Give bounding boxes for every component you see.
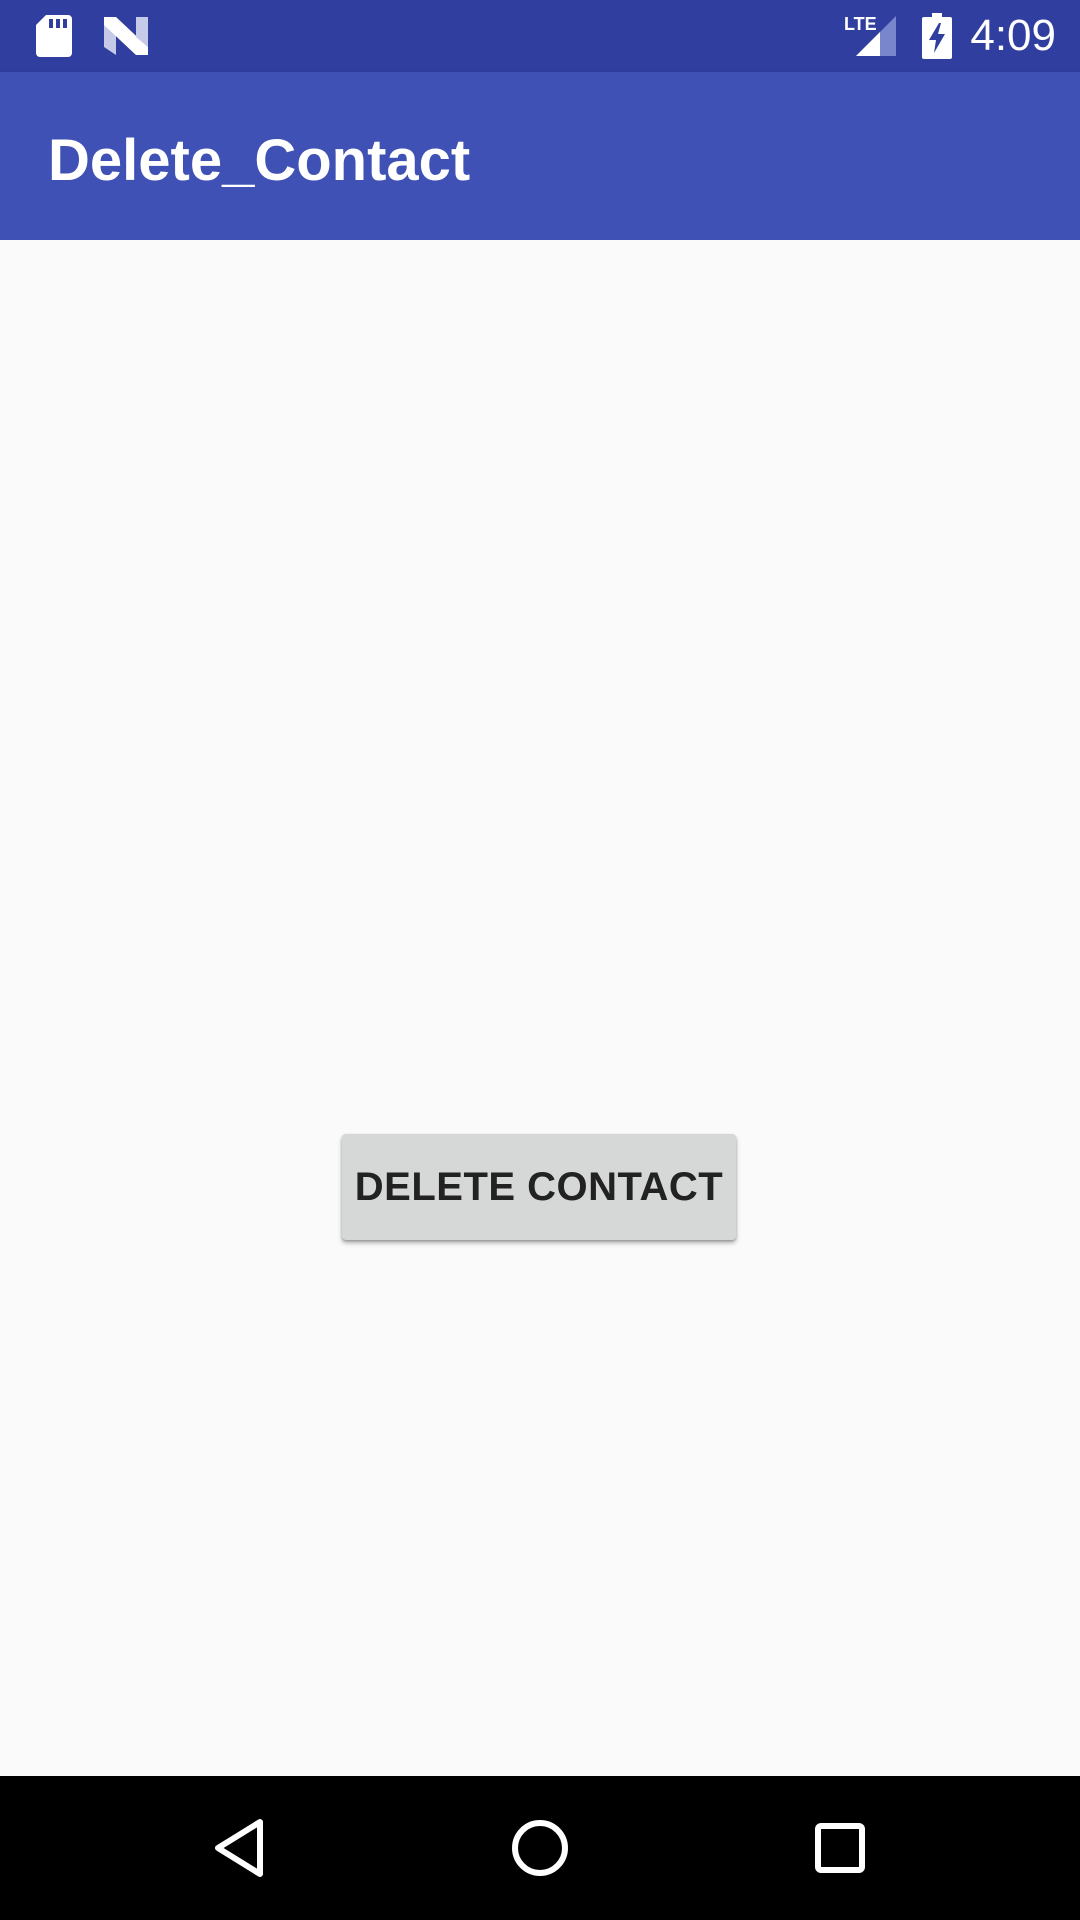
svg-text:LTE: LTE (844, 14, 877, 34)
nav-home-button[interactable] (480, 1776, 600, 1920)
delete-contact-button[interactable]: DELETE CONTACT (342, 1134, 736, 1240)
status-clock: 4:09 (970, 11, 1056, 60)
navigation-bar (0, 1776, 1080, 1920)
app-title: Delete_Contact (48, 128, 471, 193)
sd-card-icon (36, 15, 72, 57)
battery-charging-icon (922, 13, 952, 59)
n-notification-icon (104, 17, 148, 55)
nav-back-button[interactable] (180, 1776, 300, 1920)
home-icon (512, 1820, 568, 1876)
app-bar: Delete_Contact (0, 72, 1080, 240)
back-icon (215, 1819, 263, 1877)
nav-recents-button[interactable] (780, 1776, 900, 1920)
main-content: DELETE CONTACT (0, 240, 1080, 1776)
status-bar: LTE 4:09 (0, 0, 1080, 72)
screen: LTE 4:09 Delete_Contact DELETE CONTACT (0, 0, 1080, 1920)
recents-icon (815, 1823, 865, 1873)
lte-signal-icon: LTE (844, 14, 896, 56)
